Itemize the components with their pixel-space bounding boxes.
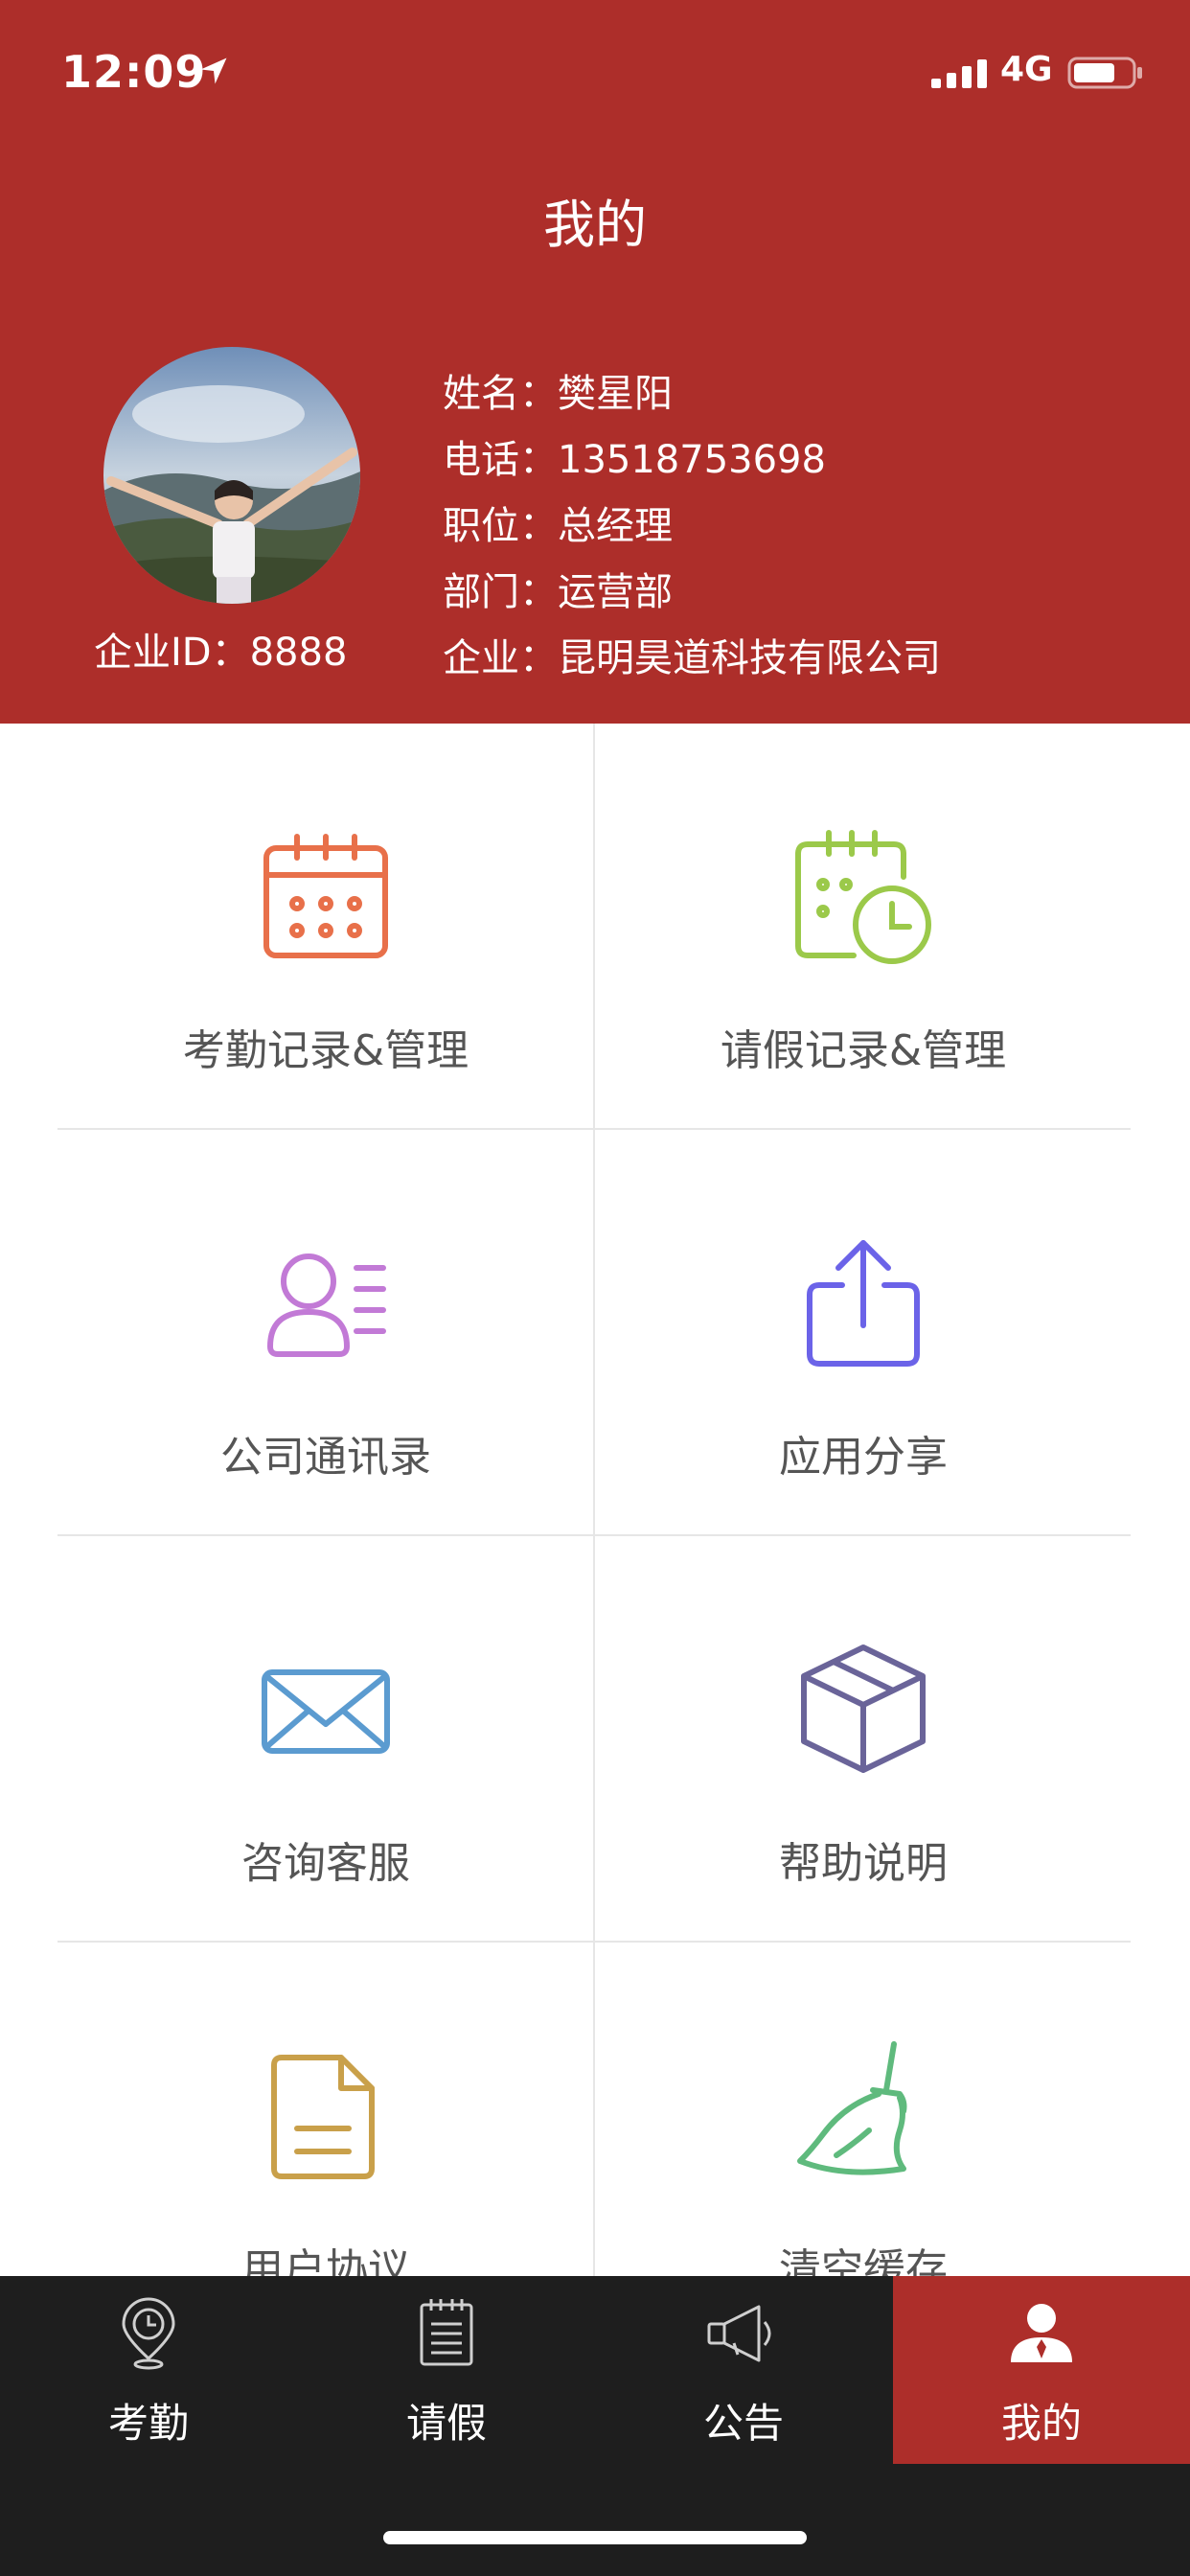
status-time: 12:09 — [61, 46, 207, 98]
company-label: 企业： — [443, 636, 558, 680]
signal-icon — [931, 59, 987, 88]
company-row: 企业：昆明昊道科技有限公司 — [443, 627, 941, 682]
profile-header: 12:09 4G 我的 企业ID：8888 姓名：樊星阳 电话：13518753… — [0, 0, 1190, 724]
home-indicator[interactable] — [383, 2531, 807, 2544]
leave-management-label: 请假记录&管理 — [720, 1026, 1007, 1075]
location-clock-icon — [122, 2297, 175, 2370]
menu-grid: 考勤记录&管理 请假记录&管理 公司通讯录 应用分享 咨询客服 帮助说明 用户协… — [0, 724, 1190, 2294]
department-value: 运营部 — [558, 570, 673, 614]
broom-icon — [797, 2041, 907, 2175]
company-id: 企业ID：8888 — [94, 631, 348, 675]
name-row: 姓名：樊星阳 — [443, 362, 673, 418]
mail-icon — [262, 1669, 390, 1754]
attendance-management-label: 考勤记录&管理 — [182, 1026, 469, 1075]
page-title: 我的 — [543, 195, 647, 255]
calendar-clock-icon — [795, 830, 931, 964]
status-bar: 12:09 4G — [0, 0, 1190, 144]
phone-row: 电话：13518753698 — [443, 428, 826, 484]
notepad-icon — [420, 2299, 473, 2366]
tab-announcement[interactable]: 公告 — [595, 2276, 892, 2464]
tab-mine[interactable]: 我的 — [893, 2276, 1190, 2464]
megaphone-icon — [707, 2305, 771, 2362]
name-label: 姓名： — [443, 372, 558, 416]
avatar-photo-icon — [103, 347, 360, 604]
network-type: 4G — [1000, 50, 1053, 89]
app-share-button[interactable]: 应用分享 — [595, 1130, 1132, 1534]
department-label: 部门： — [443, 570, 558, 614]
tab-attendance-label: 考勤 — [107, 2400, 189, 2447]
calendar-icon — [263, 834, 388, 958]
avatar[interactable] — [103, 347, 360, 604]
attendance-management-button[interactable]: 考勤记录&管理 — [57, 724, 594, 1128]
box-icon — [801, 1644, 926, 1773]
tab-attendance[interactable]: 考勤 — [0, 2276, 297, 2464]
department-row: 部门：运营部 — [443, 561, 673, 616]
contacts-icon — [266, 1254, 386, 1357]
leave-management-button[interactable]: 请假记录&管理 — [595, 724, 1132, 1128]
share-icon — [807, 1240, 920, 1367]
tab-announcement-label: 公告 — [702, 2400, 784, 2447]
customer-service-label: 咨询客服 — [241, 1839, 410, 1888]
position-value: 总经理 — [558, 504, 673, 548]
user-icon — [1011, 2304, 1072, 2362]
name-value: 樊星阳 — [558, 372, 673, 416]
tab-mine-label: 我的 — [1000, 2400, 1082, 2447]
phone-label: 电话： — [443, 438, 558, 482]
company-contacts-button[interactable]: 公司通讯录 — [57, 1130, 594, 1534]
help-label: 帮助说明 — [779, 1839, 948, 1888]
customer-service-button[interactable]: 咨询客服 — [57, 1536, 594, 1941]
company-contacts-label: 公司通讯录 — [220, 1433, 431, 1482]
document-icon — [271, 2055, 375, 2179]
tab-leave[interactable]: 请假 — [298, 2276, 595, 2464]
location-arrow-icon — [200, 58, 227, 84]
tab-leave-label: 请假 — [405, 2400, 487, 2447]
company-value: 昆明昊道科技有限公司 — [558, 636, 941, 680]
battery-icon — [1067, 57, 1142, 89]
help-button[interactable]: 帮助说明 — [595, 1536, 1132, 1941]
app-share-label: 应用分享 — [779, 1433, 948, 1482]
position-label: 职位： — [443, 504, 558, 548]
position-row: 职位：总经理 — [443, 494, 673, 550]
phone-value: 13518753698 — [558, 438, 826, 482]
vertical-divider — [593, 724, 595, 2276]
